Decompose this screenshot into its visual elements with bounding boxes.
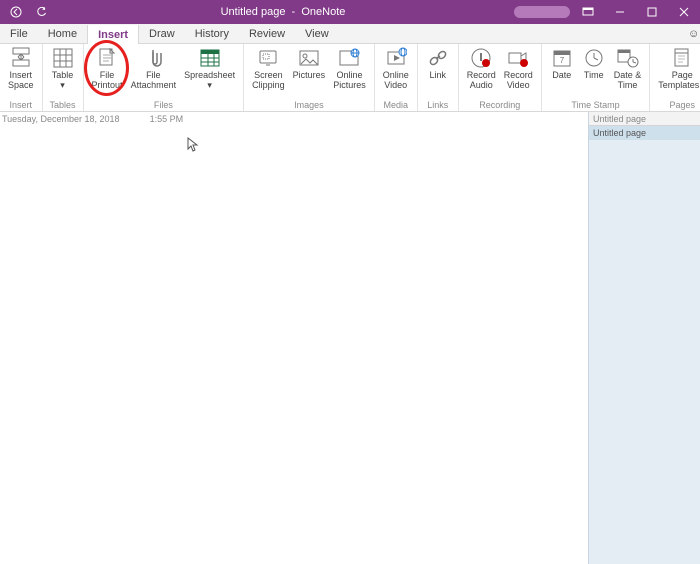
record-video-icon	[507, 47, 529, 69]
group-label: Tables	[50, 99, 76, 111]
date-time-icon	[617, 47, 639, 69]
ribbon-group-recording: Record Audio Record Video Recording	[459, 44, 542, 111]
screen-clipping-button[interactable]: Screen Clipping	[248, 44, 289, 90]
group-label: Links	[427, 99, 448, 111]
cursor-icon	[187, 137, 199, 153]
screen-clipping-icon	[257, 47, 279, 69]
online-pictures-button[interactable]: Online Pictures	[329, 44, 370, 90]
page-time: 1:55 PM	[150, 114, 184, 124]
group-label: Insert	[10, 99, 33, 111]
tab-draw[interactable]: Draw	[139, 24, 185, 43]
feedback-smile-icon[interactable]: ☺	[678, 24, 700, 43]
tab-view[interactable]: View	[295, 24, 339, 43]
insert-space-button[interactable]: Insert Space	[4, 44, 38, 90]
record-video-button[interactable]: Record Video	[500, 44, 537, 90]
undo-button[interactable]	[32, 2, 52, 22]
group-label: Media	[383, 99, 408, 111]
spreadsheet-label: Spreadsheet ▾	[184, 70, 235, 90]
minimize-button[interactable]	[606, 0, 634, 24]
page-templates-label: Page Templates ▾	[658, 70, 700, 90]
ribbon-group-links: Link Links	[418, 44, 459, 111]
online-video-icon	[385, 47, 407, 69]
record-audio-icon	[470, 47, 492, 69]
online-video-button[interactable]: Online Video	[379, 44, 413, 90]
file-attachment-button[interactable]: File Attachment	[127, 44, 181, 90]
spreadsheet-icon	[199, 47, 221, 69]
account-pill[interactable]	[514, 6, 570, 18]
table-button[interactable]: Table ▾	[47, 44, 79, 90]
ribbon-display-button[interactable]	[574, 0, 602, 24]
ribbon-group-time-stamp: Date Time Date & Time Time Stamp	[542, 44, 651, 111]
record-audio-label: Record Audio	[467, 70, 496, 90]
ribbon-group-files: File Printout File Attachment Spreadsheet …	[84, 44, 245, 111]
ribbon-group-tables: Table ▾ Tables	[43, 44, 84, 111]
page-date: Tuesday, December 18, 2018	[2, 114, 120, 124]
pictures-icon	[298, 47, 320, 69]
window-title-left: Untitled page	[221, 6, 286, 18]
close-button[interactable]	[670, 0, 698, 24]
ribbon-group-pages: Page Templates ▾ Pages	[650, 44, 700, 111]
ribbon-group-images: Screen Clipping Pictures Online Pictures Im…	[244, 44, 375, 111]
date-label: Date	[552, 70, 571, 80]
page-templates-button[interactable]: Page Templates ▾	[654, 44, 700, 90]
online-video-label: Online Video	[383, 70, 409, 90]
file-attachment-label: File Attachment	[131, 70, 177, 90]
time-label: Time	[584, 70, 604, 80]
page-templates-icon	[671, 47, 693, 69]
page-list-item[interactable]: Untitled page	[589, 126, 700, 140]
date-icon	[551, 47, 573, 69]
window-title-right: OneNote	[301, 6, 345, 18]
tab-insert[interactable]: Insert	[87, 25, 139, 44]
file-printout-label: File Printout	[92, 70, 123, 90]
workspace: Tuesday, December 18, 2018 1:55 PM Untit…	[0, 112, 700, 564]
file-printout-icon	[96, 47, 118, 69]
file-attachment-icon	[142, 47, 164, 69]
link-icon	[427, 47, 449, 69]
group-label: Recording	[479, 99, 520, 111]
page-list-header[interactable]: Untitled page	[589, 112, 700, 126]
record-audio-button[interactable]: Record Audio	[463, 44, 500, 90]
tab-home[interactable]: Home	[38, 24, 87, 43]
title-bar: Untitled page - OneNote	[0, 0, 700, 24]
back-button[interactable]	[6, 2, 26, 22]
link-button[interactable]: Link	[422, 44, 454, 80]
ribbon: Insert Space Insert Table ▾ Tables File Prin…	[0, 44, 700, 112]
ribbon-group-media: Online Video Media	[375, 44, 418, 111]
group-label: Images	[294, 99, 324, 111]
spreadsheet-button[interactable]: Spreadsheet ▾	[180, 44, 239, 90]
tab-review[interactable]: Review	[239, 24, 295, 43]
online-pictures-label: Online Pictures	[333, 70, 366, 90]
date-time-button[interactable]: Date & Time	[610, 44, 646, 90]
pictures-label: Pictures	[293, 70, 326, 80]
online-pictures-icon	[338, 47, 360, 69]
record-video-label: Record Video	[504, 70, 533, 90]
table-icon	[52, 47, 74, 69]
date-time-label: Date & Time	[614, 70, 642, 90]
menu-tabs: FileHomeInsertDrawHistoryReviewView ☺	[0, 24, 700, 44]
date-button[interactable]: Date	[546, 44, 578, 80]
note-page[interactable]: Tuesday, December 18, 2018 1:55 PM	[0, 112, 588, 564]
ribbon-group-insert: Insert Space Insert	[0, 44, 43, 111]
page-list-panel: Untitled page Untitled page	[588, 112, 700, 564]
maximize-button[interactable]	[638, 0, 666, 24]
file-printout-button[interactable]: File Printout	[88, 44, 127, 90]
pictures-button[interactable]: Pictures	[289, 44, 330, 80]
table-label: Table ▾	[52, 70, 74, 90]
link-label: Link	[429, 70, 446, 80]
group-label: Files	[154, 99, 173, 111]
group-label: Time Stamp	[571, 99, 619, 111]
tab-file[interactable]: File	[0, 24, 38, 43]
group-label: Pages	[670, 99, 696, 111]
insert-space-label: Insert Space	[8, 70, 34, 90]
time-button[interactable]: Time	[578, 44, 610, 80]
time-icon	[583, 47, 605, 69]
insert-space-icon	[10, 47, 32, 69]
screen-clipping-label: Screen Clipping	[252, 70, 285, 90]
tab-history[interactable]: History	[185, 24, 239, 43]
